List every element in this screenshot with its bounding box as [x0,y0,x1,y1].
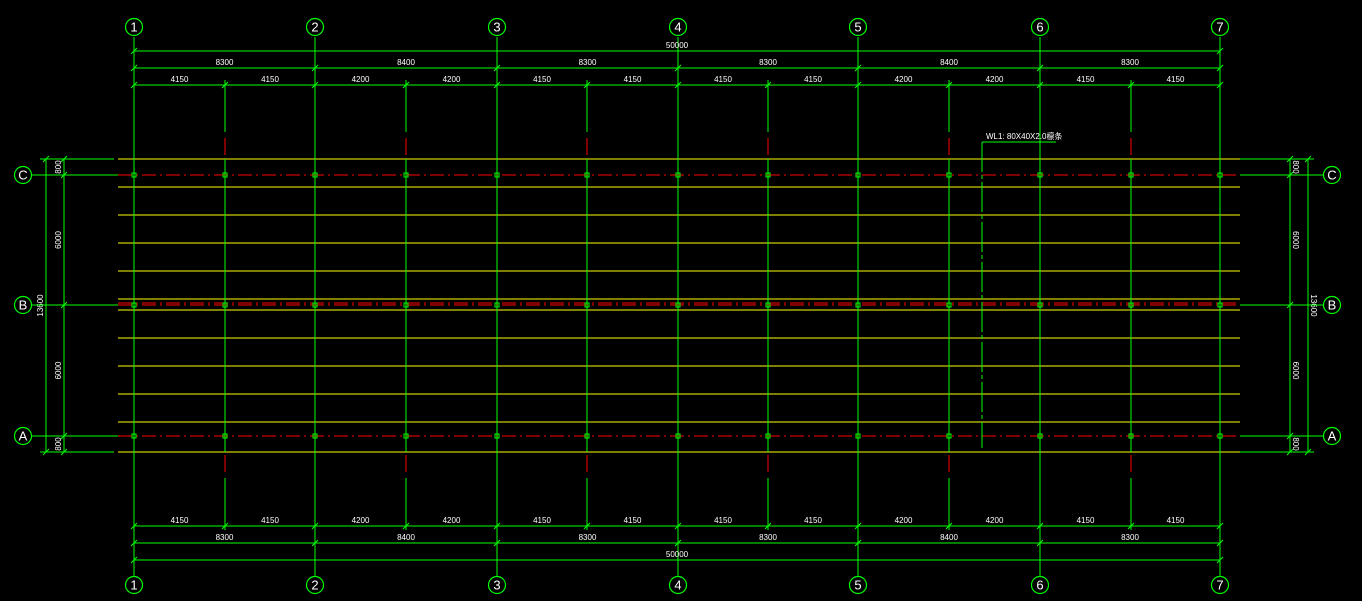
top-bay-dim-label: 8300 [1121,58,1139,67]
top-half-dim-label: 4150 [533,75,551,84]
column-axis-bubble-top-6-label: 6 [1036,20,1043,35]
column-axis-bubble-top-3-label: 3 [493,20,500,35]
bottom-half-dim-label: 4150 [1077,516,1095,525]
top-half-dim-label: 4150 [804,75,822,84]
top-bay-dim-label: 8400 [940,58,958,67]
top-bay-dim-label: 8400 [397,58,415,67]
top-bay-dim-label: 8300 [759,58,777,67]
top-half-dim-label: 4150 [1077,75,1095,84]
bottom-bay-dim-label: 8400 [397,533,415,542]
column-axis-bubble-bottom-6-label: 6 [1036,578,1043,593]
left-seg-dim-label: 6000 [54,231,63,249]
row-axis-bubble-left-C-label: C [18,168,27,183]
left-seg-dim-label: 800 [54,437,63,451]
bottom-half-dim-label: 4150 [533,516,551,525]
column-axis-bubble-bottom-5-label: 5 [854,578,861,593]
grid-lines-layer [118,37,1240,576]
top-half-dim-label: 4200 [352,75,370,84]
bottom-half-dim-label: 4200 [986,516,1004,525]
top-half-dim-label: 4150 [714,75,732,84]
column-axis-bubble-bottom-3-label: 3 [493,578,500,593]
top-half-dim-label: 4150 [624,75,642,84]
bottom-half-dim-label: 4200 [895,516,913,525]
bottom-half-dim-label: 4150 [714,516,732,525]
bottom-half-dim-label: 4150 [1167,516,1185,525]
right-seg-dim-label: 6000 [1291,362,1300,380]
bottom-half-dim-label: 4150 [261,516,279,525]
column-axis-bubble-bottom-4-label: 4 [674,578,681,593]
right-seg-dim-label: 800 [1291,437,1300,451]
bottom-half-dim-label: 4200 [443,516,461,525]
row-axis-bubble-left-A-label: A [19,429,28,444]
row-axis-bubble-right-A-label: A [1328,429,1337,444]
top-total-dim-label: 50000 [666,41,689,50]
top-half-dim-label: 4150 [171,75,189,84]
cad-drawing: 50000 8300 8400 8300 8300 8400 8300 4150 4150 420… [13,17,1342,595]
top-half-dim-label: 4200 [443,75,461,84]
top-half-dim-label: 4150 [1167,75,1185,84]
column-axis-bubble-top-5-label: 5 [854,20,861,35]
bottom-bay-dim-label: 8300 [1121,533,1139,542]
row-axis-bubble-right-B-label: B [1328,298,1337,313]
top-bay-dim-label: 8300 [579,58,597,67]
bottom-half-dim-label: 4150 [624,516,642,525]
column-axis-bubble-bottom-2-label: 2 [311,578,318,593]
top-half-dim-label: 4150 [261,75,279,84]
bottom-bay-dim-label: 8400 [940,533,958,542]
bottom-total-dim-label: 50000 [666,550,689,559]
row-axis-bubble-left-B-label: B [19,298,28,313]
column-axis-bubble-top-1-label: 1 [130,20,137,35]
bottom-bay-dim-label: 8300 [579,533,597,542]
top-half-dim-label: 4200 [895,75,913,84]
bottom-bay-dim-label: 8300 [216,533,234,542]
bottom-bay-dim-label: 8300 [759,533,777,542]
row-axis-bubble-right-C-label: C [1327,168,1336,183]
right-seg-dim-label: 800 [1291,160,1300,174]
column-axis-bubble-top-2-label: 2 [311,20,318,35]
column-axis-bubble-bottom-7-label: 7 [1216,578,1223,593]
column-axis-bubble-top-4-label: 4 [674,20,681,35]
top-half-dim-label: 4200 [986,75,1004,84]
left-seg-dim-label: 800 [54,160,63,174]
right-seg-dim-label: 6000 [1291,231,1300,249]
bottom-half-dim-label: 4150 [171,516,189,525]
column-axis-bubble-bottom-1-label: 1 [130,578,137,593]
right-total-dim-label: 13600 [1309,294,1318,317]
purlin-annotation: WL1: 80X40X2.0檩条 [986,131,1062,141]
bottom-half-dim-label: 4150 [804,516,822,525]
left-seg-dim-label: 6000 [54,361,63,379]
column-axis-bubble-top-7-label: 7 [1216,20,1223,35]
top-bay-dim-label: 8300 [216,58,234,67]
bottom-half-dim-label: 4200 [352,516,370,525]
